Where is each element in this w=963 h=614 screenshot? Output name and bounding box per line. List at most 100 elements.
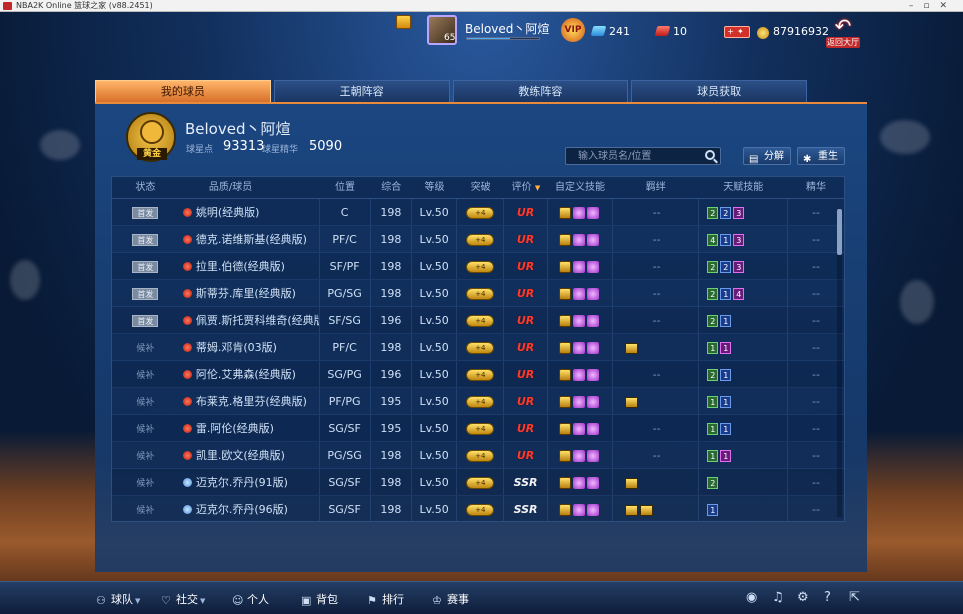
table-row[interactable]: 首发 拉里.伯德(经典版) SF/PF 198 Lv.50 +4 UR -- 2 2 3 -- xyxy=(112,253,844,280)
header-talent[interactable]: 天赋技能 xyxy=(698,177,786,198)
table-row[interactable]: 首发 斯蒂芬.库里(经典版) PG/SG 198 Lv.50 +4 UR -- 2 1 4 -- xyxy=(112,280,844,307)
player-search[interactable] xyxy=(565,147,721,165)
table-row[interactable]: 首发 德克.诺维斯基(经典版) PF/C 198 Lv.50 +4 UR -- 4 1 3 -- xyxy=(112,226,844,253)
talent-badge: 1 xyxy=(707,342,719,354)
service-icon[interactable]: ◉ xyxy=(746,590,757,605)
rating-cell: UR xyxy=(503,226,546,252)
talent-cell[interactable]: 223 xyxy=(698,199,787,225)
scroll-thumb[interactable] xyxy=(837,209,842,255)
player-name-cell[interactable]: 雷.阿伦(经典版) xyxy=(179,415,319,441)
talent-cell[interactable]: 21 xyxy=(698,307,787,333)
custom-skills-cell[interactable] xyxy=(546,307,612,333)
bond-value: -- xyxy=(652,422,661,435)
search-icon[interactable] xyxy=(705,150,715,160)
exit-icon[interactable]: ⇱ xyxy=(849,590,860,605)
player-name-cell[interactable]: 德克.诺维斯基(经典版) xyxy=(179,226,319,252)
talent-cell[interactable]: 11 xyxy=(698,334,787,360)
treasure-chest-icon[interactable] xyxy=(396,15,411,29)
nav-person[interactable]: ⚇ 球队 ▼ xyxy=(96,591,140,607)
header-rating[interactable]: 评价 ▼ xyxy=(504,177,547,198)
talent-cell[interactable]: 214 xyxy=(698,280,787,306)
music-icon[interactable]: ♫ xyxy=(772,590,784,605)
window-controls[interactable]: –▫✕ xyxy=(909,0,957,12)
custom-skills-cell[interactable] xyxy=(546,496,612,521)
nav-user[interactable]: ☺ 个人 xyxy=(232,591,269,607)
player-name-cell[interactable]: 阿伦.艾弗森(经典版) xyxy=(179,361,319,387)
custom-skills-cell[interactable] xyxy=(546,415,612,441)
recharge-button[interactable]: +✦ xyxy=(724,26,750,38)
ticket-counter[interactable]: 241 xyxy=(590,25,630,38)
talent-cell[interactable]: 21 xyxy=(698,361,787,387)
custom-skills-cell[interactable] xyxy=(546,199,612,225)
header-custom-skills[interactable]: 自定义技能 xyxy=(547,177,612,198)
header-status[interactable]: 状态 xyxy=(112,177,179,198)
nav-rank[interactable]: ⚑ 排行 xyxy=(367,591,404,607)
table-row[interactable]: 候补 阿伦.艾弗森(经典版) SG/PG 196 Lv.50 +4 UR -- 2 1 -- xyxy=(112,361,844,388)
vip-badge[interactable]: VIP xyxy=(561,18,585,42)
help-icon[interactable]: ? xyxy=(824,590,831,605)
header-player[interactable]: 品质/球员 xyxy=(179,177,319,198)
custom-skills-cell[interactable] xyxy=(546,388,612,414)
player-name-cell[interactable]: 凯里.欧文(经典版) xyxy=(179,442,319,468)
table-row[interactable]: 候补 迈克尔.乔丹(91版) SG/SF 198 Lv.50 +4 SSR 2 -- xyxy=(112,469,844,496)
talent-cell[interactable]: 1 xyxy=(698,496,787,521)
table-row[interactable]: 候补 迈克尔.乔丹(96版) SG/SF 198 Lv.50 +4 SSR 1 -- xyxy=(112,496,844,521)
table-row[interactable]: 首发 姚明(经典版) C 198 Lv.50 +4 UR -- 2 2 3 -- xyxy=(112,199,844,226)
custom-skills-cell[interactable] xyxy=(546,253,612,279)
custom-skills-cell[interactable] xyxy=(546,334,612,360)
table-row[interactable]: 候补 布莱克.格里芬(经典版) PF/PG 195 Lv.50 +4 UR 1 1 -- xyxy=(112,388,844,415)
tab-0[interactable]: 我的球员 xyxy=(95,80,271,102)
header-bond[interactable]: 羁绊 xyxy=(612,177,699,198)
back-to-lobby-button[interactable]: ↶ 返回大厅 xyxy=(826,15,860,49)
player-name-cell[interactable]: 迈克尔.乔丹(91版) xyxy=(179,469,319,495)
header-overall[interactable]: 综合 xyxy=(370,177,411,198)
bond-value: -- xyxy=(652,314,661,327)
nav-trophy[interactable]: ♔ 赛事 xyxy=(432,591,469,607)
rebirth-button[interactable]: ✱ 重生 xyxy=(797,147,845,165)
custom-skills-cell[interactable] xyxy=(546,226,612,252)
talent-cell[interactable]: 11 xyxy=(698,415,787,441)
header-breakthrough[interactable]: 突破 xyxy=(457,177,504,198)
custom-skills-cell[interactable] xyxy=(546,361,612,387)
decompose-button[interactable]: ▤ 分解 xyxy=(743,147,791,165)
breakthrough-badge: +4 xyxy=(466,207,495,219)
position-cell: PF/PG xyxy=(318,388,370,414)
settings-gear-icon[interactable]: ⚙ xyxy=(797,590,809,605)
talent-cell[interactable]: 11 xyxy=(698,442,787,468)
table-row[interactable]: 候补 雷.阿伦(经典版) SG/SF 195 Lv.50 +4 UR -- 1 1 -- xyxy=(112,415,844,442)
player-name-cell[interactable]: 迈克尔.乔丹(96版) xyxy=(179,496,319,521)
table-row[interactable]: 首发 佩贾.斯托贾科维奇(经典版) SF/SG 196 Lv.50 +4 UR -- 2 1 -- xyxy=(112,307,844,334)
nav-bag[interactable]: ▣ 背包 xyxy=(301,591,338,607)
talent-cell[interactable]: 223 xyxy=(698,253,787,279)
player-name-cell[interactable]: 斯蒂芬.库里(经典版) xyxy=(179,280,319,306)
card-counter[interactable]: 10 xyxy=(654,25,687,38)
player-name-cell[interactable]: 姚明(经典版) xyxy=(179,199,319,225)
table-scrollbar[interactable] xyxy=(837,209,842,517)
header-level[interactable]: 等级 xyxy=(411,177,456,198)
player-name-cell[interactable]: 拉里.伯德(经典版) xyxy=(179,253,319,279)
quality-dot-icon xyxy=(182,370,192,379)
talent-cell[interactable]: 2 xyxy=(698,469,787,495)
talent-cell[interactable]: 413 xyxy=(698,226,787,252)
custom-skills-cell[interactable] xyxy=(546,280,612,306)
tab-1[interactable]: 王朝阵容 xyxy=(273,80,450,102)
tab-3[interactable]: 球员获取 xyxy=(631,80,807,102)
custom-skills-cell[interactable] xyxy=(546,469,612,495)
table-row[interactable]: 候补 蒂姆.邓肯(03版) PF/C 198 Lv.50 +4 UR 1 1 -- xyxy=(112,334,844,361)
rating-cell: UR xyxy=(503,253,546,279)
starter-badge: 首发 xyxy=(132,261,159,273)
player-name-cell[interactable]: 布莱克.格里芬(经典版) xyxy=(179,388,319,414)
status-cell: 首发 xyxy=(112,307,179,333)
table-row[interactable]: 候补 凯里.欧文(经典版) PG/SG 198 Lv.50 +4 UR -- 1 1 -- xyxy=(112,442,844,469)
nav-heart[interactable]: ♡ 社交 ▼ xyxy=(161,591,205,607)
tab-2[interactable]: 教练阵容 xyxy=(452,80,629,102)
header-position[interactable]: 位置 xyxy=(319,177,370,198)
talent-badge: 4 xyxy=(733,288,745,300)
header-essence[interactable]: 精华 xyxy=(787,177,844,198)
custom-skills-cell[interactable] xyxy=(546,442,612,468)
search-input[interactable] xyxy=(566,148,696,164)
player-name-cell[interactable]: 蒂姆.邓肯(03版) xyxy=(179,334,319,360)
player-name-cell[interactable]: 佩贾.斯托贾科维奇(经典版) xyxy=(179,307,319,333)
breakthrough-cell: +4 xyxy=(456,415,503,441)
talent-cell[interactable]: 11 xyxy=(698,388,787,414)
